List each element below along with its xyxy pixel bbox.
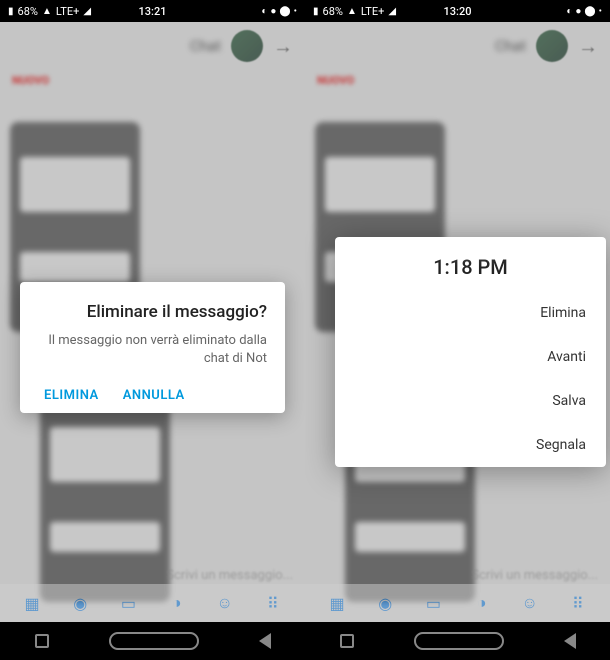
dialog-text: Il messaggio non verrà eliminato dalla c…	[38, 332, 267, 368]
android-nav-bar	[305, 622, 610, 660]
notif-icon: ⬤	[584, 6, 595, 17]
network-label: LTE+	[361, 5, 385, 18]
signal-icon: ◢	[388, 6, 396, 17]
notif-icon: •	[599, 6, 602, 17]
chat-background: Chat → NUOVO Scrivi un messaggio... ▦ ◉ …	[0, 22, 305, 622]
notif-icon: ⬤	[279, 6, 290, 17]
battery-icon: ▮	[313, 6, 319, 17]
android-nav-bar	[0, 622, 305, 660]
notif-icon: ●	[270, 6, 276, 17]
confirm-button[interactable]: ELIMINA	[44, 388, 99, 403]
status-bar: ▮ 68% ▲ LTE+ ◢ 13:20 ◐ ● ⬤ •	[305, 0, 610, 22]
nav-home-icon[interactable]	[414, 632, 504, 650]
nav-back-icon[interactable]	[564, 633, 576, 649]
signal-icon: ◢	[83, 6, 91, 17]
status-time: 13:21	[139, 5, 167, 18]
dialog-title: Eliminare il messaggio?	[38, 302, 267, 322]
notif-icon: ◐	[261, 6, 267, 17]
notif-icon: •	[294, 6, 297, 17]
battery-percent: 68%	[323, 5, 343, 18]
chat-background: Chat → NUOVO Scrivi un messaggio... ▦ ◉ …	[305, 22, 610, 622]
notif-icon: ◐	[566, 6, 572, 17]
phone-screenshot-right: ▮ 68% ▲ LTE+ ◢ 13:20 ◐ ● ⬤ • Chat →	[305, 0, 610, 660]
status-bar: ▮ 68% ▲ LTE+ ◢ 13:21 ◐ ● ⬤ •	[0, 0, 305, 22]
notif-icon: ●	[575, 6, 581, 17]
network-label: LTE+	[56, 5, 80, 18]
status-time: 13:20	[444, 5, 472, 18]
phone-screenshot-left: ▮ 68% ▲ LTE+ ◢ 13:21 ◐ ● ⬤ • Chat →	[0, 0, 305, 660]
message-context-menu: 1:18 PM Elimina Avanti Salva Segnala	[335, 237, 606, 467]
nav-recents-icon[interactable]	[340, 634, 354, 648]
wifi-icon: ▲	[42, 6, 52, 17]
wifi-icon: ▲	[347, 6, 357, 17]
nav-back-icon[interactable]	[259, 633, 271, 649]
nav-home-icon[interactable]	[109, 632, 199, 650]
battery-icon: ▮	[8, 6, 14, 17]
delete-dialog: Eliminare il messaggio? Il messaggio non…	[20, 282, 285, 413]
cancel-button[interactable]: ANNULLA	[123, 388, 185, 403]
battery-percent: 68%	[18, 5, 38, 18]
menu-item-forward[interactable]: Avanti	[335, 335, 606, 379]
menu-item-delete[interactable]: Elimina	[335, 291, 606, 335]
menu-item-save[interactable]: Salva	[335, 379, 606, 423]
nav-recents-icon[interactable]	[35, 634, 49, 648]
